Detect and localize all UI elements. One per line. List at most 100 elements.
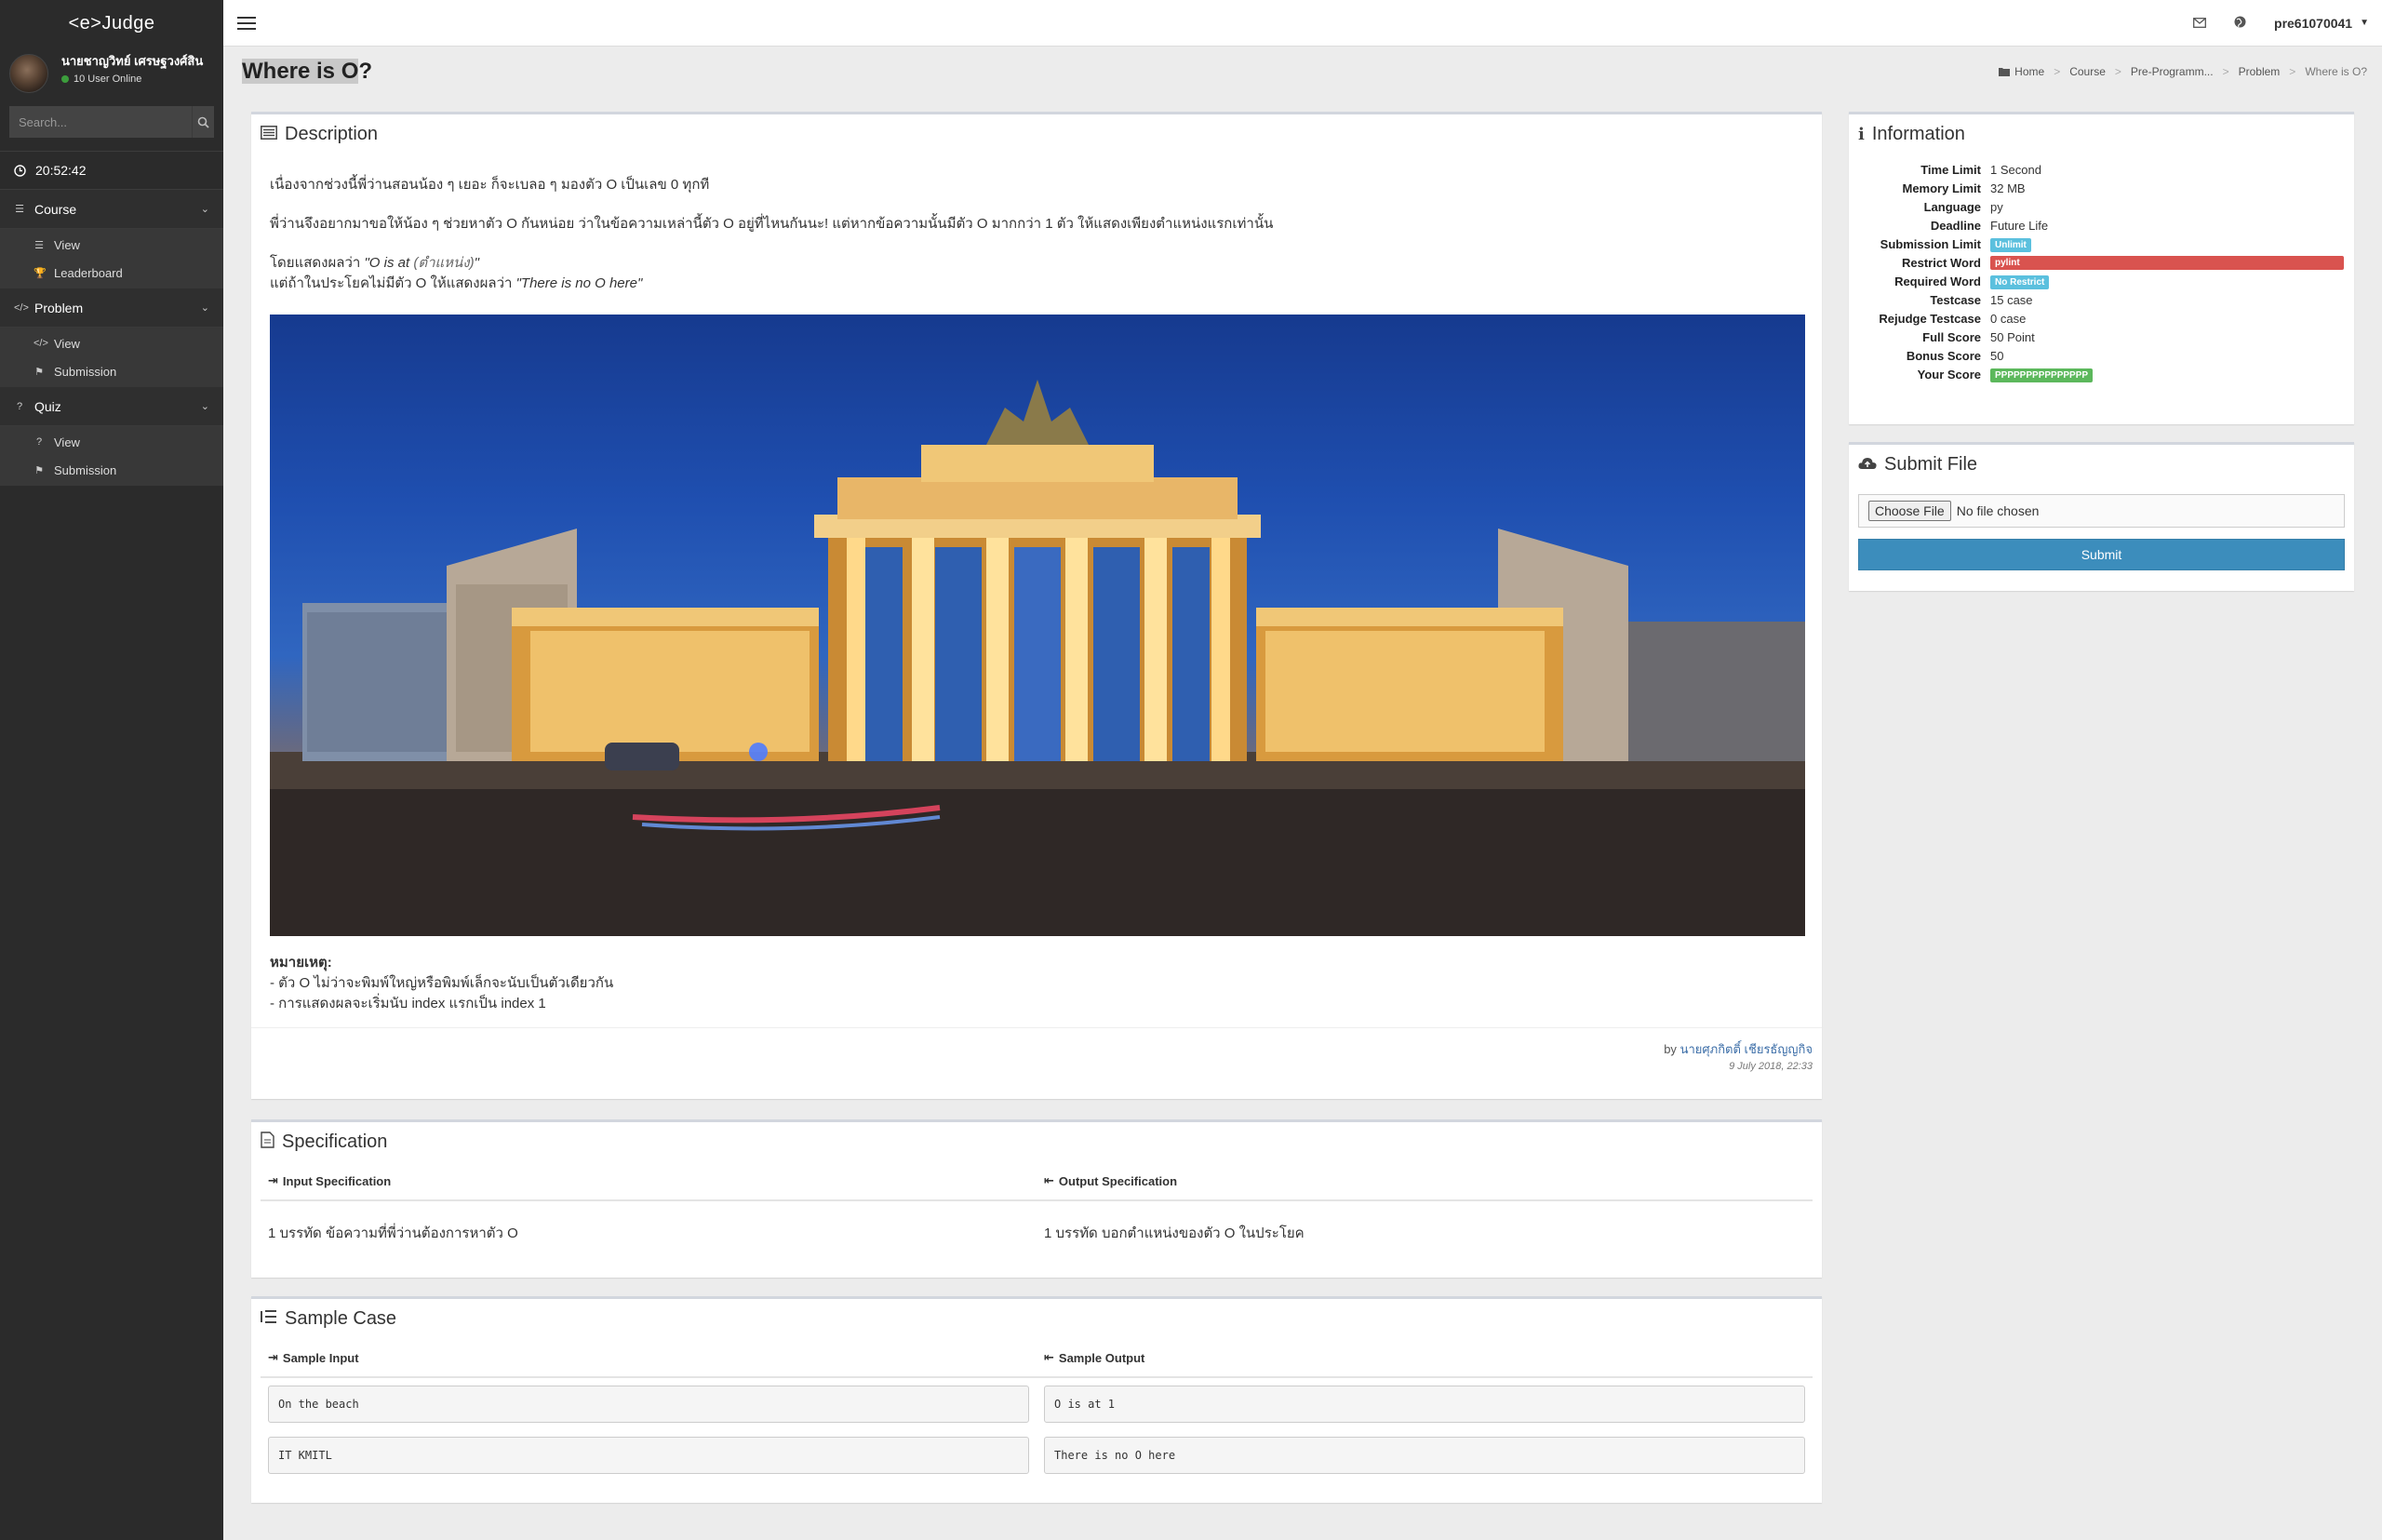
output-spec-label: Output Specification [1058,1173,1178,1188]
submit-button[interactable]: Submit [1858,539,2345,570]
user-menu-dropdown[interactable]: pre61070041 ▼ [2274,16,2369,31]
info-key: Language [1923,199,1981,214]
chevron-down-icon: ⌄ [200,204,209,215]
info-icon: i [1858,125,1865,144]
info-value: 32 MB [1990,181,2026,195]
sidebar-item-problem-submission[interactable]: ⚑ Submission [0,357,223,385]
clock: 20:52:42 [0,151,223,190]
description-title: Description [285,124,379,144]
sidebar-search [9,106,214,138]
info-key: Bonus Score [1906,348,1981,363]
menu-problem-label: Problem [34,300,84,315]
user-panel: นายชาญวิทย์ เศรษฐวงศ์สิน 10 User Online [0,47,223,104]
sample-output-code[interactable]: There is no O here [1044,1437,1805,1474]
specification-header: Specification [251,1122,1822,1162]
sidebar-item-quiz-view[interactable]: ? View [0,428,223,456]
info-key: Deadline [1930,218,1981,233]
sidebar-item-course-view[interactable]: ☰ View [0,231,223,259]
choose-file-button[interactable]: Choose File [1868,501,1951,521]
brand-logo[interactable]: <e>Judge [0,0,223,47]
clock-icon [14,164,26,177]
code-icon: </> [33,338,48,349]
sample-input-label: Sample Input [282,1350,359,1365]
info-key: Full Score [1922,329,1981,344]
sign-in-icon: ⇥ [268,1350,278,1364]
info-value: 15 case [1990,292,2033,307]
breadcrumb-home[interactable]: Home [1999,65,2044,78]
menu-course[interactable]: ☰ Course ⌄ [0,190,223,229]
sample-input-code[interactable]: IT KMITL [268,1437,1029,1474]
author-date: 9 July 2018, 22:33 [1729,1061,1813,1072]
info-row: Restrict Word pylint [1858,253,2345,272]
info-key: Required Word [1894,274,1981,288]
description-header: Description [251,114,1822,154]
search-input[interactable] [9,106,192,138]
file-icon [261,1132,274,1153]
info-key: Testcase [1930,292,1981,307]
breadcrumb-course[interactable]: Course [2069,65,2106,78]
sidebar-item-label: Submission [54,462,117,477]
sample-input-code[interactable]: On the beach [268,1386,1029,1423]
sidebar-item-problem-view[interactable]: </> View [0,329,223,357]
author-footer: by นายศุภกิตติ์ เชียรธัญญกิจ 9 July 2018… [251,1027,1822,1072]
question-icon: ? [16,400,23,412]
note-title: หมายเหตุ: [270,955,332,971]
format-quote: "O is at [364,255,414,271]
breadcrumb-course-name[interactable]: Pre-Programm... [2131,65,2214,78]
search-button[interactable] [192,106,214,138]
menu-quiz[interactable]: ? Quiz ⌄ [0,387,223,426]
question-icon: ? [35,436,43,448]
specification-box: Specification ⇥ Input Specification 1 บร… [251,1119,1822,1278]
sidebar-item-quiz-submission[interactable]: ⚑ Submission [0,456,223,484]
info-key: Memory Limit [1902,181,1981,195]
info-value: py [1990,199,2003,214]
info-table: Time Limit 1 Second Memory Limit 32 MB Lan… [1849,154,2354,391]
breadcrumb-problem[interactable]: Problem [2239,65,2281,78]
menu-toggle-button[interactable] [223,0,270,47]
info-row: Required Word No Restrict [1858,272,2345,290]
sample-case-title: Sample Case [285,1308,397,1329]
page-title-highlight: Where is O [242,59,359,84]
globe-icon[interactable] [2234,16,2246,31]
sample-output-code[interactable]: O is at 1 [1044,1386,1805,1423]
list-icon: ☰ [15,204,24,215]
info-row: Your Score PPPPPPPPPPPPPPP [1858,365,2345,383]
sign-out-icon: ⇤ [1044,1350,1054,1364]
info-key: Restrict Word [1902,255,1981,270]
online-count: 10 User Online [74,74,142,85]
file-input[interactable]: Choose File No file chosen [1858,494,2345,528]
format-quote-end: " [474,255,479,271]
info-key: Your Score [1917,367,1981,382]
sidebar-item-label: View [54,336,80,351]
top-navbar: pre61070041 ▼ [223,0,2382,47]
sample-case-header: Sample Case [251,1299,1822,1339]
submit-file-header: Submit File [1849,445,2354,485]
input-spec-header: ⇥ Input Specification [261,1162,1037,1201]
file-status: No file chosen [1956,503,2040,518]
author-link[interactable]: นายศุภกิตติ์ เชียรธัญญกิจ [1680,1042,1813,1056]
menu-problem[interactable]: </> Problem ⌄ [0,288,223,328]
sidebar-item-label: Submission [54,364,117,379]
info-key: Time Limit [1920,162,1981,177]
input-spec-label: Input Specification [282,1173,392,1188]
info-value: 0 case [1990,311,2027,326]
information-header: i Information [1849,114,2354,154]
information-title: Information [1871,124,1965,144]
envelope-icon[interactable] [2193,16,2206,31]
online-dot-icon [61,75,69,83]
flag-icon: ⚑ [34,366,44,378]
breadcrumb: Home > Course > Pre-Programm... > Proble… [1999,65,2367,78]
sidebar-item-leaderboard[interactable]: 🏆 Leaderboard [0,259,223,287]
info-value: Future Life [1990,218,2049,233]
chevron-down-icon: ⌄ [200,302,209,314]
clock-time: 20:52:42 [35,163,87,178]
submit-file-title: Submit File [1884,454,1978,475]
page-title: Where is O? [242,59,372,85]
score-badge: PPPPPPPPPPPPPPP [1990,368,2094,382]
information-box: i Information Time Limit 1 Second Memory … [1849,112,2354,424]
info-value: 50 Point [1990,329,2035,344]
code-icon: </> [14,301,29,314]
folder-icon [1999,68,2011,76]
format-text: โดยแสดงผลว่า [270,255,365,271]
description-output-format: โดยแสดงผลว่า "O is at (ตำแหน่ง)" แต่ถ้าใ… [270,253,1803,294]
